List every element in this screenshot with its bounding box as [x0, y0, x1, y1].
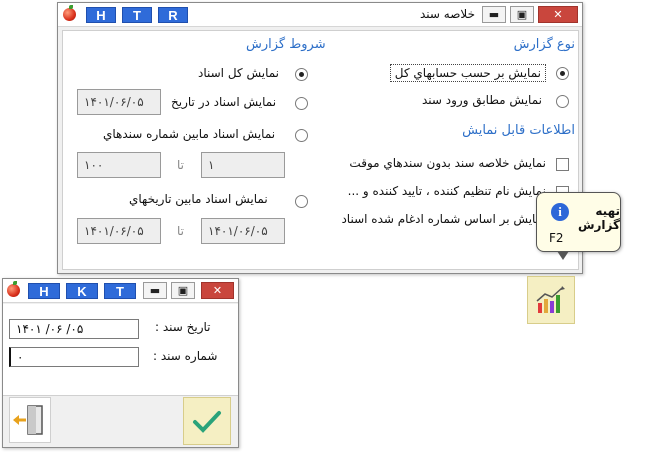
- report-type-title: نوع گزارش: [513, 37, 575, 52]
- display-option-label[interactable]: نمايش خلاصه سند بدون سندهاي موقت: [349, 156, 546, 170]
- date-from-field[interactable]: ۱۴۰۱/۰۶/۰۵: [201, 218, 285, 244]
- document-date-field[interactable]: ۱۴۰۱ /۰۶ /۰۵: [9, 319, 139, 339]
- display-option-label[interactable]: نمايش نام تنظيم کننده ، تاييد کننده و ..…: [348, 184, 546, 198]
- maximize-button[interactable]: ▣: [510, 6, 534, 23]
- close-button[interactable]: ✕: [538, 6, 578, 23]
- maximize-button[interactable]: ▣: [171, 282, 195, 299]
- h-button[interactable]: H: [86, 7, 116, 23]
- condition-number-range-label[interactable]: نمايش اسناد مابين شماره سندهاي: [103, 127, 275, 141]
- exit-door-icon: [13, 405, 43, 435]
- minimize-button[interactable]: ▬: [482, 6, 506, 23]
- options-panel: نوع گزارش نمايش بر حسب حسابهاي کل نمايش …: [62, 30, 579, 270]
- condition-date-label[interactable]: نمايش اسناد در تاريخ: [171, 95, 276, 109]
- to-label: تا: [177, 224, 184, 238]
- condition-all-label[interactable]: نمايش کل اسناد: [198, 66, 279, 80]
- date-to-field[interactable]: ۱۴۰۱/۰۶/۰۵: [77, 218, 161, 244]
- report-tooltip: i تهيه گزارش F2: [536, 192, 621, 260]
- t-button[interactable]: T: [104, 283, 136, 299]
- exit-button[interactable]: [9, 397, 51, 443]
- report-type-option-label[interactable]: نمايش بر حسب حسابهاي کل: [389, 64, 546, 82]
- confirm-button[interactable]: [183, 397, 231, 445]
- k-button[interactable]: K: [66, 283, 98, 299]
- app-logo-icon: [63, 5, 76, 21]
- number-to-field[interactable]: ۱۰۰: [77, 152, 161, 178]
- generate-report-button[interactable]: [527, 276, 575, 324]
- condition-all-radio[interactable]: [295, 68, 308, 81]
- minimize-button[interactable]: ▬: [143, 282, 167, 299]
- to-label: تا: [177, 158, 184, 172]
- date-field[interactable]: ۱۴۰۱/۰۶/۰۵: [77, 89, 161, 115]
- title-bar: H T R خلاصه سند ▬ ▣ ✕: [58, 3, 582, 27]
- document-dialog: H K T ▬ ▣ ✕ ۱۴۰۱ /۰۶ /۰۵ تاريخ سند : ۰ ش…: [2, 278, 239, 448]
- condition-date-range-radio[interactable]: [295, 195, 308, 208]
- document-number-label: شماره سند :: [153, 349, 218, 363]
- display-info-title: اطلاعات قابل نمايش: [462, 123, 575, 138]
- r-button[interactable]: R: [158, 7, 188, 23]
- window-title: خلاصه سند: [420, 7, 475, 21]
- condition-date-radio[interactable]: [295, 97, 308, 110]
- info-icon: i: [551, 203, 569, 221]
- report-type-option-label[interactable]: نمايش مطابق ورود سند: [422, 93, 542, 107]
- chart-icon: [536, 286, 565, 313]
- document-date-label: تاريخ سند :: [155, 320, 211, 334]
- app-logo-icon: [7, 281, 20, 297]
- dialog-title-bar: H K T ▬ ▣ ✕: [3, 279, 238, 303]
- t-button[interactable]: T: [122, 7, 152, 23]
- number-from-field[interactable]: ۱: [201, 152, 285, 178]
- conditions-title: شروط گزارش: [246, 37, 326, 52]
- checkmark-icon: [193, 411, 221, 433]
- display-option-checkbox[interactable]: [556, 158, 569, 171]
- condition-date-range-label[interactable]: نمايش اسناد مابين تاريخهاي: [129, 192, 268, 206]
- report-type-radio[interactable]: [556, 95, 569, 108]
- close-button[interactable]: ✕: [201, 282, 234, 299]
- tooltip-pointer: [557, 251, 569, 260]
- h-button[interactable]: H: [28, 283, 60, 299]
- report-window: H T R خلاصه سند ▬ ▣ ✕ نوع گزارش نمايش بر…: [57, 2, 583, 274]
- dialog-form: ۱۴۰۱ /۰۶ /۰۵ تاريخ سند : ۰ شماره سند :: [3, 304, 238, 396]
- condition-number-range-radio[interactable]: [295, 129, 308, 142]
- document-number-field[interactable]: ۰: [9, 347, 139, 367]
- tooltip-title: تهيه گزارش: [577, 204, 620, 232]
- display-option-label[interactable]: نمايش بر اساس شماره ادغام شده اسناد: [341, 212, 546, 226]
- report-type-radio[interactable]: [556, 67, 569, 80]
- tooltip-shortcut: F2: [549, 231, 564, 245]
